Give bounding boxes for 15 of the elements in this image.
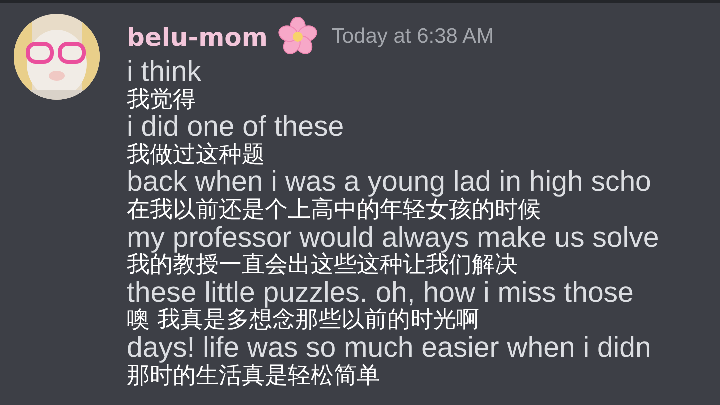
- subtitle-text: 我觉得: [127, 86, 196, 114]
- subtitle-text: 我的教授一直会出这些这种让我们解决: [127, 252, 518, 280]
- subtitle-text: 在我以前还是个上高中的年轻女孩的时候: [127, 196, 541, 225]
- subtitle-text: 噢 我真是多想念那些以前的时光啊: [127, 307, 480, 335]
- message-text: i did one of these: [127, 114, 344, 142]
- message-text: days! life was so much easier when i didn: [127, 334, 652, 363]
- subtitle-text: 那时的生活真是轻松简单: [127, 362, 380, 390]
- flower-icon: [278, 17, 318, 57]
- message-text: these little puzzles. oh, how i miss those: [127, 280, 634, 308]
- username[interactable]: belu-mom: [127, 22, 268, 52]
- timestamp: Today at 6:38 AM: [332, 25, 494, 49]
- message-text: i think: [127, 59, 202, 87]
- message-text: my professor would always make us solve: [127, 224, 660, 252]
- message-text: back when i was a young lad in high scho: [127, 169, 652, 197]
- subtitle-text: 我做过这种题: [127, 142, 265, 170]
